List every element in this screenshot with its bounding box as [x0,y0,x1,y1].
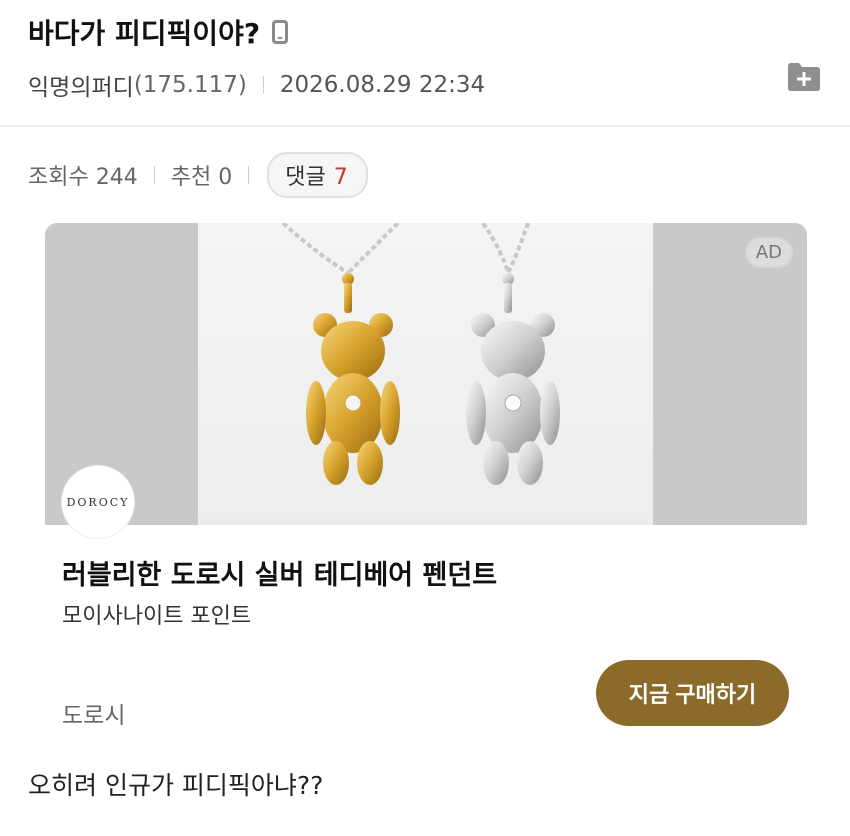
post-stats: 조회수 244 추천 0 댓글 7 [28,152,368,198]
buy-now-button[interactable]: 지금 구매하기 [596,660,789,726]
ad-badge: AD [744,237,793,268]
ad-product-image [198,223,653,525]
meta-divider [262,76,264,94]
stats-divider [248,166,250,184]
ad-title[interactable]: 러블리한 도로시 실버 테디베어 펜던트 [62,553,497,592]
stats-divider [153,166,155,184]
post-body: 오히려 인규가 피디픽아냐?? [28,771,324,800]
view-count: 조회수 244 [28,165,138,190]
comments-count: 7 [333,165,348,190]
post-title-row: 바다가 피디픽이야? [28,12,289,52]
ad-advertiser-name: 도로시 [62,703,126,729]
brand-logo-text: DOROCY [66,495,130,509]
comments-label: 댓글 [285,165,326,190]
mobile-phone-icon [272,20,289,44]
post-meta: 익명의퍼디 (175.117) 2026.08.29 22:34 [28,68,485,102]
author-name[interactable]: 익명의퍼디 [28,68,134,102]
folder-plus-icon[interactable] [786,62,822,92]
post-datetime: 2026.08.29 22:34 [279,72,486,98]
ad-subtitle: 모이사나이트 포인트 [62,604,252,629]
comments-button[interactable]: 댓글 7 [267,152,368,198]
ad-banner[interactable]: AD [45,223,807,525]
teddy-bear-pendants-image [281,223,560,485]
recommend-count: 추천 0 [170,165,233,190]
header-divider [0,125,850,127]
author-ip: (175.117) [133,72,247,98]
brand-logo[interactable]: DOROCY [62,466,134,538]
post-title: 바다가 피디픽이야? [28,17,261,50]
